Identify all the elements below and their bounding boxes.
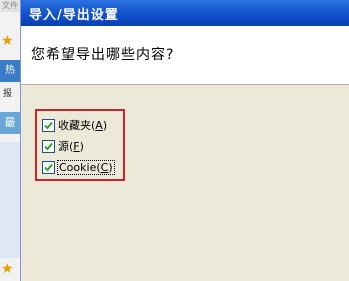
favorites-checkbox[interactable] [42,118,55,132]
export-options-group: 收藏夹(A) 源(F) Cookie(C) [35,109,125,181]
background-tile-1: 热 [0,60,20,82]
dialog-question: 您希望导出哪些内容? [31,47,175,63]
background-panel [0,142,20,258]
background-menu-text: 文件 [2,1,18,10]
feeds-checkbox[interactable] [42,139,55,153]
dialog-content: 收藏夹(A) 源(F) Cookie(C) [21,85,349,281]
feeds-option[interactable]: 源(F) [42,138,84,154]
background-tile-3: 最 [0,112,20,134]
feeds-label: 源(F) [58,140,84,153]
favorites-star-icon: ★ [1,33,14,49]
check-mark-icon [44,163,53,171]
background-menu-bar: 文件 [0,0,22,12]
check-mark-icon [44,142,53,150]
cookie-label: Cookie(C) [57,159,115,175]
favorites-star-icon-2: ★ [1,261,14,277]
dialog-title: 导入/导出设置 [29,8,119,23]
dialog-header: 您希望导出哪些内容? [21,26,349,85]
background-text-2: 报 [3,89,13,99]
cookie-option[interactable]: Cookie(C) [42,159,115,175]
import-export-dialog: 导入/导出设置 您希望导出哪些内容? 收藏夹(A) 源(F) Cookie(C) [20,0,349,281]
favorites-option[interactable]: 收藏夹(A) [42,117,107,133]
favorites-label: 收藏夹(A) [58,119,108,132]
check-mark-icon [44,121,53,129]
cookie-checkbox[interactable] [42,160,55,174]
dialog-title-bar[interactable]: 导入/导出设置 [21,0,349,26]
